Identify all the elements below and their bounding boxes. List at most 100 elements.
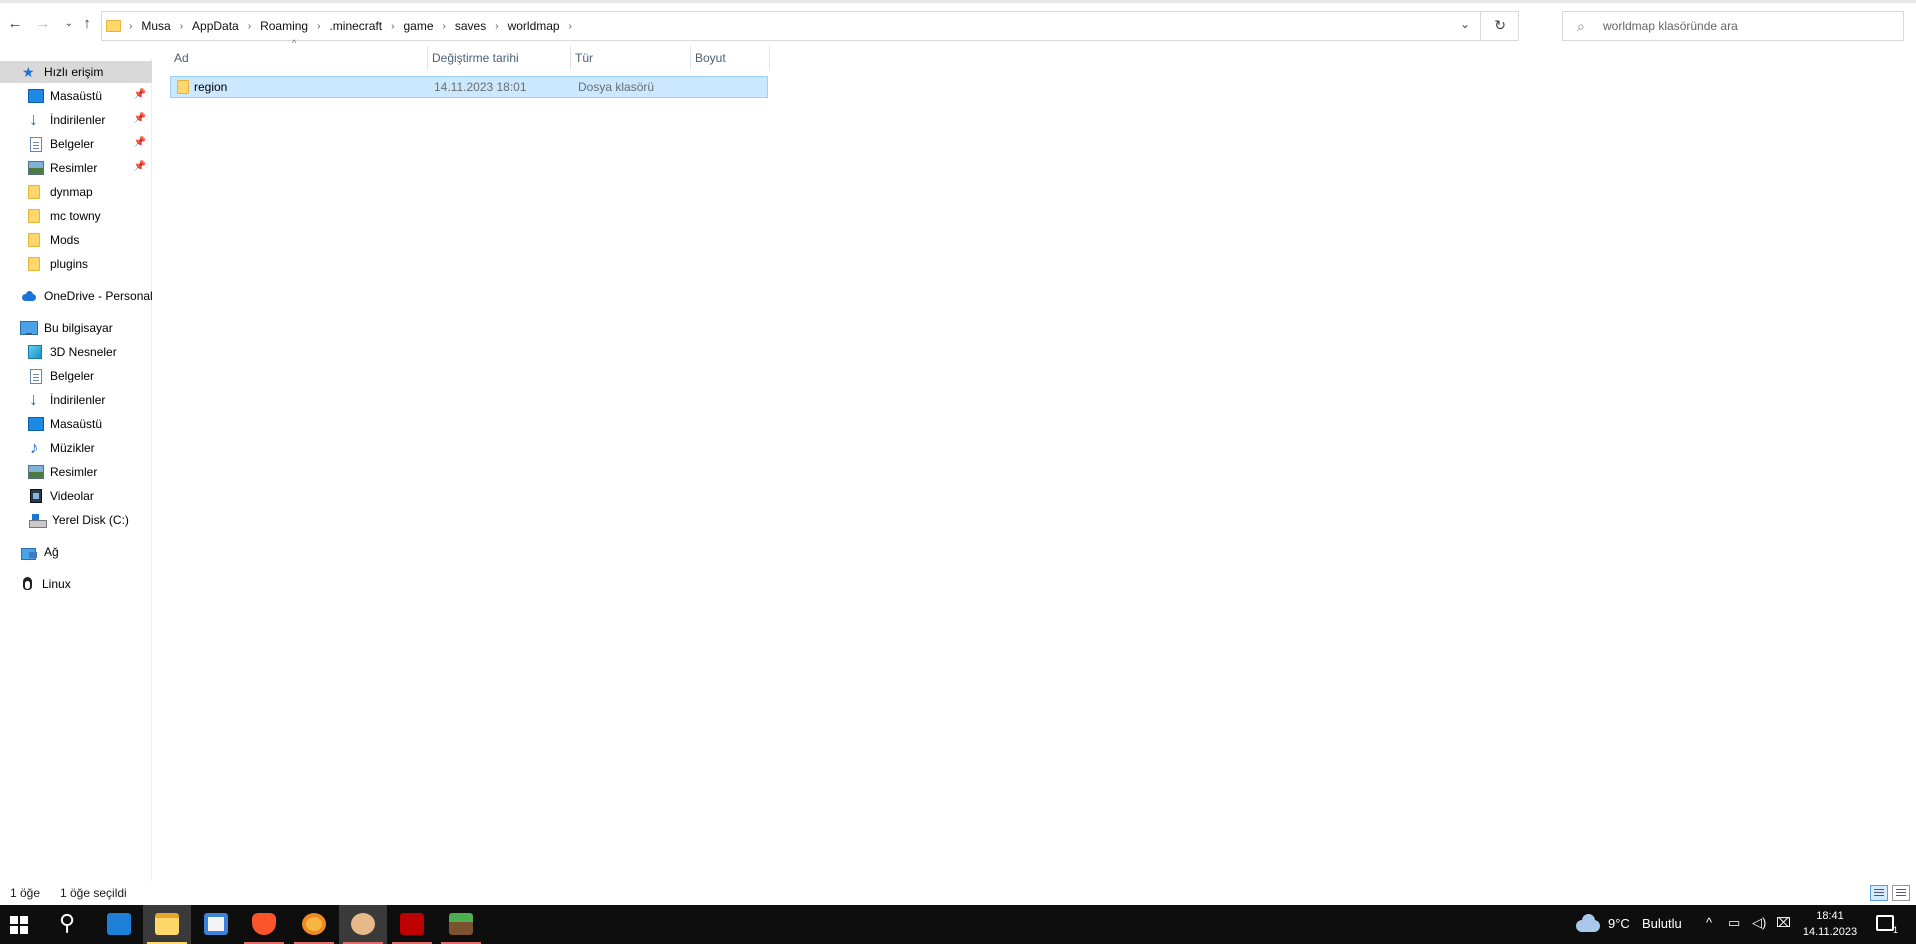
breadcrumb-item[interactable]: game [403,19,433,33]
cloud-icon [20,289,38,303]
breadcrumb-separator-icon[interactable]: › [317,21,320,32]
pin-icon[interactable]: 📌 [134,113,146,124]
breadcrumb-item[interactable]: AppData [192,19,239,33]
sidebar-item-desktop[interactable]: Masaüstü 📌 [0,85,152,107]
folder-icon [28,257,40,271]
taskbar-mail[interactable] [95,905,143,944]
column-header-modified[interactable]: Değiştirme tarihi [428,46,571,70]
back-arrow-icon[interactable]: ← [6,15,24,33]
weather-temperature[interactable]: 9°C [1608,916,1630,931]
sidebar-item-linux[interactable]: Linux [0,573,152,595]
pictures-icon [28,465,44,479]
refresh-icon[interactable]: ↻ [1494,17,1506,34]
document-icon [30,368,42,384]
sidebar-item-network[interactable]: Ağ [0,541,152,563]
pin-icon[interactable]: 📌 [134,137,146,148]
sidebar-item-3d-objects[interactable]: 3D Nesneler [0,341,152,363]
mail-icon [107,913,131,935]
sidebar-item-mods[interactable]: Mods [0,229,152,251]
forward-arrow-icon[interactable]: → [34,15,52,33]
navigation-pane: ★ Hızlı erişim Masaüstü 📌 İndirilenler 📌… [0,58,153,881]
sidebar-item-downloads[interactable]: İndirilenler 📌 [0,109,152,131]
pictures-icon [28,161,44,175]
taskbar: ⚲ 9°C Bulutlu ^ ▭ ◁) ⌧ 18:41 14.11.2023 … [0,905,1916,944]
volume-icon[interactable]: ◁) [1752,915,1766,931]
taskbar-file-explorer[interactable] [143,905,191,944]
column-header-size[interactable]: Boyut [691,46,770,70]
breadcrumb-separator-icon[interactable]: › [495,21,498,32]
document-icon [30,136,42,152]
sidebar-item-pc-downloads[interactable]: İndirilenler [0,389,152,411]
taskbar-game-app[interactable] [339,905,387,944]
sidebar-item-local-disk[interactable]: Yerel Disk (C:) [0,509,152,531]
column-header-type[interactable]: Tür [571,46,691,70]
input-method-icon[interactable]: ⌧ [1776,915,1791,931]
sidebar-item-dynmap[interactable]: dynmap [0,181,152,203]
pin-icon[interactable]: 📌 [134,161,146,172]
video-icon [30,489,42,503]
column-header-name[interactable]: Ad [170,46,428,70]
weather-description[interactable]: Bulutlu [1642,916,1682,931]
sidebar-item-pc-desktop[interactable]: Masaüstü [0,413,152,435]
notification-center-icon[interactable]: 1 [1876,915,1898,935]
sidebar-item-onedrive[interactable]: OneDrive - Personal [0,285,153,307]
clock-time: 18:41 [1816,910,1844,922]
sidebar-item-music[interactable]: Müzikler [0,437,152,459]
sidebar-item-quick-access[interactable]: ★ Hızlı erişim [0,61,152,83]
sidebar-item-pc-pictures[interactable]: Resimler [0,461,152,483]
desktop-icon [28,417,44,431]
large-icons-view-icon[interactable] [1892,885,1910,901]
sidebar-item-mc-towny[interactable]: mc towny [0,205,152,227]
cloud-weather-icon[interactable] [1576,914,1600,932]
search-input[interactable] [1603,12,1893,40]
pin-icon[interactable]: 📌 [134,89,146,100]
taskbar-chrome-canary[interactable] [290,905,338,944]
grass-block-icon [449,913,473,935]
taskbar-minecraft-launcher[interactable] [437,905,485,944]
file-name: region [194,80,228,94]
folder-icon [28,233,40,247]
network-icon [20,545,38,560]
breadcrumb-separator-icon[interactable]: › [443,21,446,32]
sidebar-item-pc-documents[interactable]: Belgeler [0,365,152,387]
address-bar[interactable]: › Musa › AppData › Roaming › .minecraft … [101,11,1519,41]
breadcrumb-separator-icon[interactable]: › [129,21,132,32]
sidebar-item-pictures[interactable]: Resimler 📌 [0,157,152,179]
taskbar-filezilla[interactable] [388,905,436,944]
computer-icon [20,321,38,335]
sidebar-item-documents[interactable]: Belgeler 📌 [0,133,152,155]
taskbar-brave[interactable] [240,905,288,944]
system-clock[interactable]: 18:41 14.11.2023 [1800,908,1860,940]
breadcrumb-item[interactable]: Roaming [260,19,308,33]
sidebar-item-plugins[interactable]: plugins [0,253,152,275]
breadcrumb-item[interactable]: Musa [141,19,170,33]
star-icon: ★ [22,64,35,80]
table-row[interactable]: region 14.11.2023 18:01 Dosya klasörü [170,76,768,98]
selected-count: 1 öğe seçildi [60,886,127,900]
address-dropdown-icon[interactable]: ⌄ [1460,17,1470,31]
show-hidden-icons-chevron-icon[interactable]: ^ [1706,915,1712,930]
breadcrumb-separator-icon[interactable]: › [569,21,572,32]
up-arrow-icon[interactable]: ↑ [78,15,96,33]
search-icon: ⚲ [59,910,76,935]
file-type: Dosya klasörü [578,80,655,94]
sidebar-item-videos[interactable]: Videolar [0,485,152,507]
breadcrumb-item[interactable]: .minecraft [329,19,382,33]
breadcrumb-separator-icon[interactable]: › [391,21,394,32]
search-button[interactable]: ⚲ [46,905,94,944]
desktop-icon [28,89,44,103]
sidebar-item-this-pc[interactable]: Bu bilgisayar [0,317,152,339]
start-button[interactable] [0,905,48,944]
download-arrow-icon [28,109,44,130]
recent-locations-chevron-icon[interactable]: ⌄ [60,15,78,33]
filezilla-icon [400,913,424,935]
breadcrumb-separator-icon[interactable]: › [180,21,183,32]
breadcrumb-item[interactable]: saves [455,19,486,33]
search-box[interactable]: ⌕ [1562,11,1904,41]
breadcrumb-separator-icon[interactable]: › [248,21,251,32]
details-view-icon[interactable] [1870,885,1888,901]
taskbar-store[interactable] [192,905,240,944]
breadcrumb-item[interactable]: worldmap [508,19,560,33]
network-status-icon[interactable]: ▭ [1728,915,1740,931]
clock-date: 14.11.2023 [1802,926,1858,938]
